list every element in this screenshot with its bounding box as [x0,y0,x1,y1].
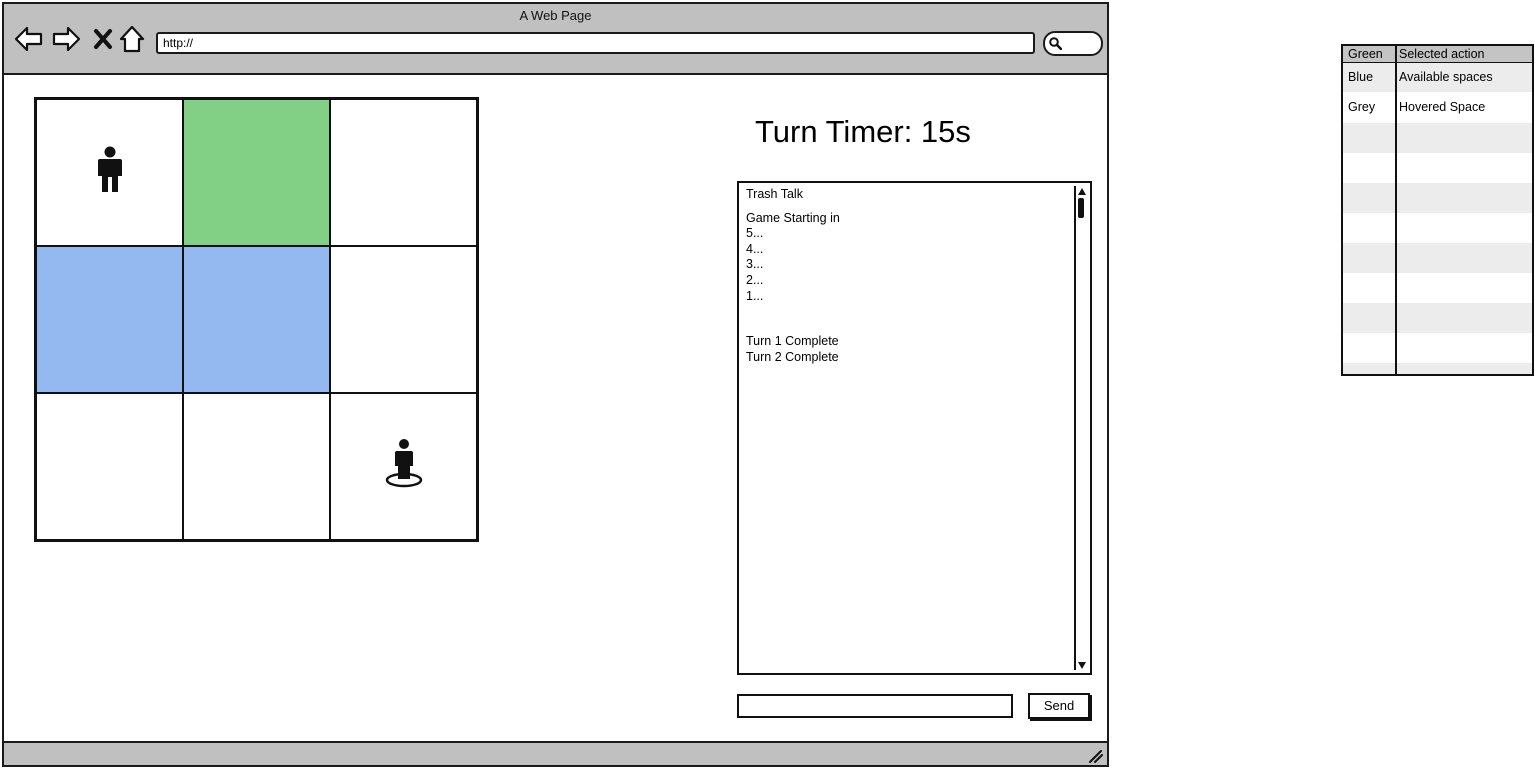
scroll-thumb[interactable] [1078,198,1084,218]
chat-message: 1... [746,288,764,303]
send-button[interactable]: Send [1028,693,1090,719]
chat-message: 5... [746,226,764,241]
turn-timer: Turn Timer: 15s [755,114,971,149]
board-cell-2[interactable] [183,99,330,246]
legend-cell: Available spaces [1399,70,1493,84]
home-icon[interactable] [117,24,147,54]
table-stripe [1343,363,1532,374]
legend-cell: Hovered Space [1399,100,1486,114]
search-box[interactable] [1043,31,1103,56]
chat-message: 3... [746,257,764,272]
table-stripe [1343,243,1532,273]
legend-column-divider [1395,46,1397,374]
scroll-up-icon[interactable] [1077,186,1087,196]
browser-window: A Web Page http:// Turn Timer: 15s Trash… [2,2,1109,767]
chat-message: 4... [746,241,764,256]
chat-message: Turn 2 Complete [746,349,839,364]
url-input[interactable]: http:// [156,32,1035,54]
chat-messages: Trash Talk Game Starting in 5... 4... 3... 2.… [746,187,1068,365]
arrow-left-icon[interactable] [14,24,44,54]
board-cell-5[interactable] [183,246,330,393]
trash-talk-chat-log: Trash Talk Game Starting in 5... 4... 3... 2.… [737,181,1092,675]
table-stripe [1343,183,1532,213]
window-title: A Web Page [519,8,592,23]
search-icon [1049,37,1062,50]
chat-spacer [746,304,1068,334]
legend-cell: Green [1348,47,1383,61]
table-stripe [1343,123,1532,153]
board-cell-8[interactable] [183,393,330,540]
status-bar [4,741,1107,765]
arrow-right-icon[interactable] [51,24,81,54]
chat-spacer [746,203,1068,211]
chat-message: Game Starting in [746,210,840,225]
legend-header-row: Green Selected action [1343,46,1532,63]
board-cell-4[interactable] [36,246,183,393]
legend-cell: Grey [1348,100,1376,114]
chat-message: Turn 1 Complete [746,334,839,349]
chat-scrollbar[interactable] [1074,186,1088,670]
legend-cell: Blue [1348,70,1374,84]
person-on-ring-icon[interactable] [384,439,424,494]
board-cell-1[interactable] [36,99,183,246]
board-cell-7[interactable] [36,393,183,540]
browser-toolbar: A Web Page http:// [4,4,1107,75]
board-cell-6[interactable] [330,246,477,393]
chat-input[interactable] [737,694,1013,718]
color-legend-table: Green Selected action Blue Available spa… [1341,44,1534,376]
chat-message: 2... [746,272,764,287]
person-icon[interactable] [95,146,125,199]
scroll-down-icon[interactable] [1077,660,1087,670]
game-board [34,97,479,542]
table-stripe [1343,303,1532,333]
board-cell-9[interactable] [330,393,477,540]
resize-grip-icon[interactable] [1087,749,1103,763]
chat-message: Trash Talk [746,187,803,201]
legend-cell: Selected action [1399,47,1485,61]
close-icon[interactable] [88,24,118,54]
board-cell-3[interactable] [330,99,477,246]
